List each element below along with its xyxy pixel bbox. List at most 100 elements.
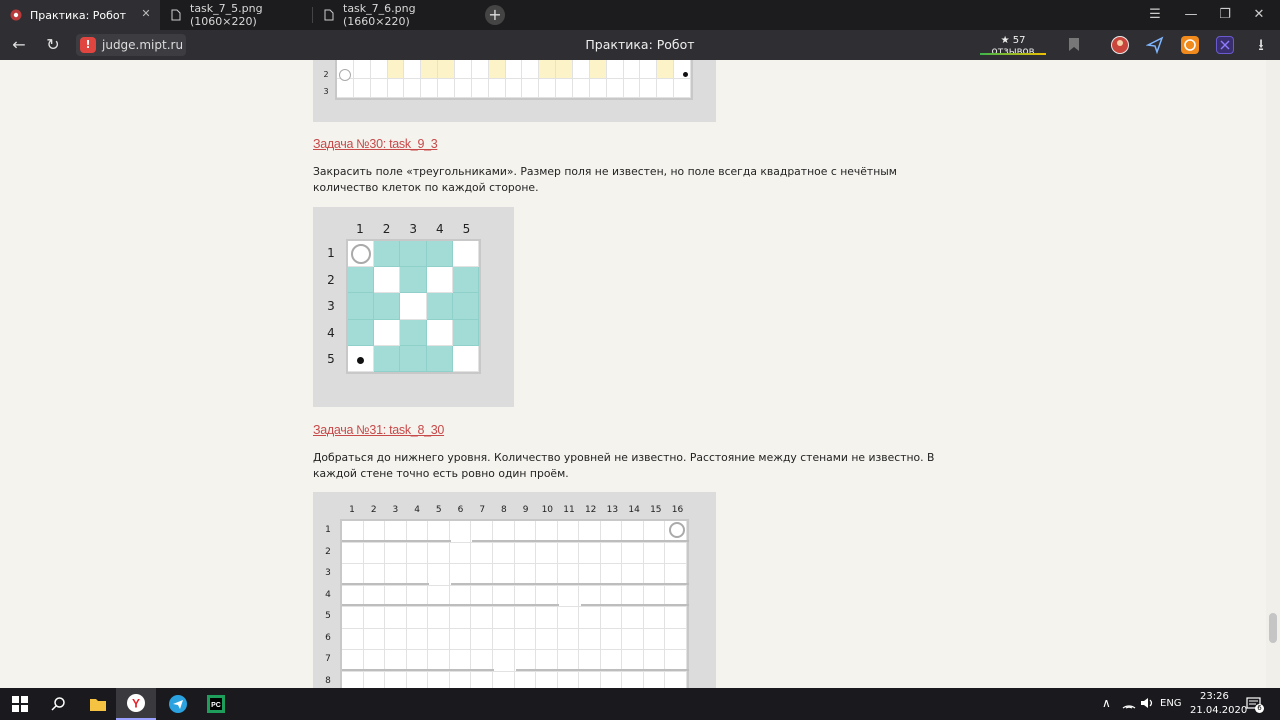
row-label: 7 xyxy=(325,654,331,664)
reload-icon[interactable]: ↻ xyxy=(44,36,62,54)
wall-segment xyxy=(342,582,429,585)
grid-cell xyxy=(556,79,573,98)
grid-cell xyxy=(557,585,580,607)
new-tab-button[interactable]: + xyxy=(485,5,505,25)
grid-cell xyxy=(449,521,472,543)
grid-cell xyxy=(406,628,429,650)
wall-segment xyxy=(342,668,494,671)
tab-task-7-6[interactable]: task_7_6.png (1660×220) xyxy=(313,0,473,30)
previous-task-grid xyxy=(335,60,693,100)
task-31-link[interactable]: Задача №31: task_8_30 xyxy=(313,423,444,437)
pycharm-icon[interactable]: PC xyxy=(196,688,236,720)
grid-cell xyxy=(455,60,472,79)
grid-cell xyxy=(348,293,375,320)
chat-extension-icon[interactable] xyxy=(1181,36,1199,54)
grid-cell xyxy=(374,345,401,372)
back-arrow-icon[interactable]: ← xyxy=(10,36,28,54)
clock-date[interactable]: 21.04.2020 xyxy=(1190,705,1247,716)
grid-cell xyxy=(450,671,472,688)
grid-cell xyxy=(622,671,644,688)
grid-cell xyxy=(557,607,580,629)
extension-icon[interactable] xyxy=(1216,36,1234,54)
windows-start-icon[interactable] xyxy=(0,688,40,720)
grid-cell xyxy=(492,650,515,672)
grid-cell xyxy=(557,542,580,564)
close-window-button[interactable]: ✕ xyxy=(1242,0,1276,30)
grid-cell xyxy=(514,542,537,564)
grid-cell xyxy=(622,628,644,650)
file-explorer-icon[interactable] xyxy=(78,688,118,720)
file-icon xyxy=(323,9,335,21)
grid-cell xyxy=(428,671,450,688)
grid-cell xyxy=(471,671,493,688)
address-bar: ← ↻ ! judge.mipt.ru Практика: Робот ★ 57… xyxy=(0,30,1280,60)
grid-cell xyxy=(452,319,479,346)
tray-chevron-up-icon[interactable]: ∧ xyxy=(1102,696,1111,710)
reviews-badge[interactable]: ★ 57 отзывов xyxy=(978,35,1048,57)
row-label: 8 xyxy=(325,675,331,686)
wall-segment xyxy=(450,582,690,585)
grid-cell xyxy=(374,267,401,294)
site-favicon-icon xyxy=(10,9,22,21)
grid-cell xyxy=(370,79,388,98)
tab-close-icon[interactable]: ✕ xyxy=(140,8,152,20)
grid-cell xyxy=(640,79,658,98)
grid-cell xyxy=(348,267,375,294)
restore-button[interactable]: ❐ xyxy=(1208,0,1242,30)
grid-cell xyxy=(406,542,429,564)
grid-cell xyxy=(623,60,641,79)
column-label: 3 xyxy=(409,222,417,236)
tab-title: Практика: Робот xyxy=(30,8,127,22)
volume-icon[interactable] xyxy=(1140,697,1154,712)
grid-cell xyxy=(579,671,601,688)
grid-cell xyxy=(536,542,558,564)
network-icon[interactable] xyxy=(1122,697,1136,712)
bookmark-icon[interactable] xyxy=(1068,37,1082,53)
row-label: 2 xyxy=(325,546,331,557)
minimize-button[interactable]: — xyxy=(1174,0,1208,30)
grid-cell xyxy=(342,628,364,650)
grid-cell xyxy=(385,542,407,564)
scrollbar-thumb[interactable] xyxy=(1269,613,1277,643)
grid-cell xyxy=(438,79,455,98)
grid-cell xyxy=(404,60,422,79)
grid-cell xyxy=(492,628,515,650)
send-icon[interactable] xyxy=(1145,36,1164,55)
search-icon[interactable] xyxy=(38,688,78,720)
task-30-description: Закрасить поле «треугольниками». Размер … xyxy=(313,165,897,194)
column-label: 1 xyxy=(356,222,364,236)
grid-cell xyxy=(600,607,623,629)
grid-cell xyxy=(674,79,691,98)
windows-taskbar: Y PC ∧ ENG 23:26 21.04.2020 6 xyxy=(0,688,1280,720)
grid-cell xyxy=(385,628,407,650)
grid-cell xyxy=(452,241,479,268)
menu-icon[interactable]: ☰ xyxy=(1138,0,1172,30)
grid-cell xyxy=(471,607,493,629)
column-label: 4 xyxy=(414,505,420,515)
grid-cell xyxy=(426,319,453,346)
download-icon[interactable]: ⭳ xyxy=(1252,36,1270,54)
grid-cell xyxy=(665,607,687,629)
grid-cell xyxy=(536,607,558,629)
language-indicator[interactable]: ENG xyxy=(1160,698,1182,709)
tab-task-7-5[interactable]: task_7_5.png (1060×220) xyxy=(160,0,312,30)
site-address[interactable]: ! judge.mipt.ru xyxy=(76,34,186,56)
grid-cell xyxy=(606,60,624,79)
grid-cell xyxy=(557,628,580,650)
grid-cell xyxy=(353,60,371,79)
yandex-browser-icon[interactable]: Y xyxy=(116,688,156,720)
grid-cell xyxy=(536,671,558,688)
scrollbar[interactable] xyxy=(1266,60,1280,688)
clock-time[interactable]: 23:26 xyxy=(1200,691,1229,702)
task-30-link[interactable]: Задача №30: task_9_3 xyxy=(313,137,438,151)
notifications-icon[interactable]: 6 xyxy=(1246,696,1264,713)
grid-cell xyxy=(589,79,607,98)
tab-praktika-robot[interactable]: Практика: Робот ✕ xyxy=(0,0,160,30)
row-label: 3 xyxy=(325,568,331,578)
profile-avatar-icon[interactable] xyxy=(1111,36,1129,54)
column-label: 5 xyxy=(435,505,442,515)
grid-cell xyxy=(522,79,540,98)
grid-cell xyxy=(492,607,515,629)
warning-icon: ! xyxy=(80,37,96,53)
telegram-icon[interactable] xyxy=(158,688,198,720)
